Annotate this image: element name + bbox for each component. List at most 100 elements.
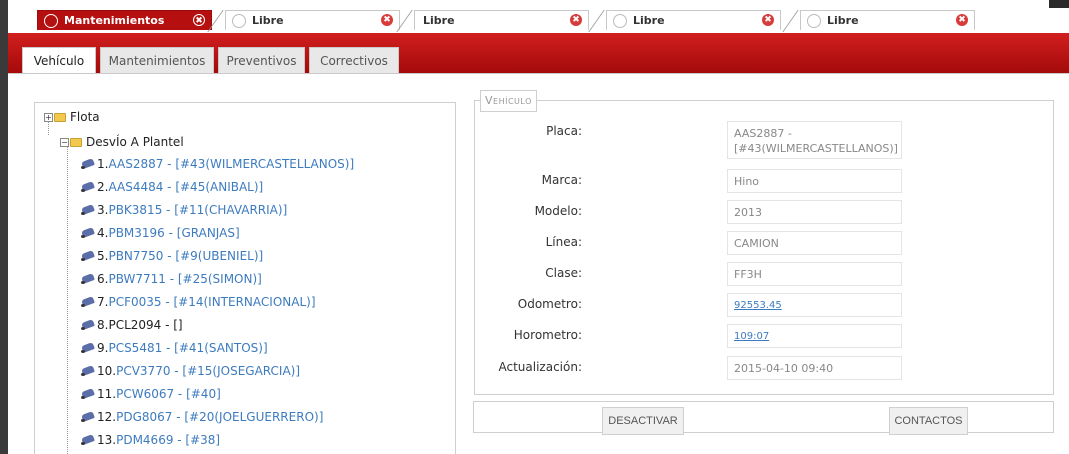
tab-radio-icon bbox=[232, 13, 246, 28]
truck-icon bbox=[80, 275, 95, 284]
folder-icon bbox=[70, 137, 82, 147]
window-tab-libre-1[interactable]: Libre ✖ bbox=[225, 10, 400, 30]
tree-node-vehicle[interactable]: 2. AAS4484 - [#45(ANIBAL)] bbox=[80, 180, 263, 194]
truck-icon bbox=[80, 252, 95, 261]
expand-icon[interactable]: + bbox=[44, 112, 53, 122]
left-edge bbox=[0, 0, 8, 454]
tab-preventivos[interactable]: Preventivos bbox=[218, 47, 305, 73]
field-label-marca: Marca: bbox=[541, 173, 582, 187]
field-value-odometro[interactable]: 92553.45 bbox=[727, 293, 902, 317]
vehicle-link[interactable]: PDM4669 - [#38] bbox=[116, 433, 220, 447]
field-label-actualizacion: Actualización: bbox=[498, 360, 582, 374]
window-tab-libre-4[interactable]: Libre ✖ bbox=[800, 10, 975, 30]
vehicle-link[interactable]: PCV3770 - [#15(JOSEGARCIA)] bbox=[116, 364, 300, 378]
field-value-horometro[interactable]: 109:07 bbox=[727, 324, 902, 348]
vehicle-link[interactable]: PBM3196 - [GRANJAS] bbox=[108, 226, 239, 240]
vehicle-link[interactable]: AAS4484 - [#45(ANIBAL)] bbox=[108, 180, 263, 194]
deactivate-button[interactable]: DESACTIVAR bbox=[602, 407, 684, 435]
tree-node-vehicle[interactable]: 8. PCL2094 - [] bbox=[80, 318, 183, 332]
close-icon[interactable]: ✖ bbox=[193, 14, 205, 26]
close-icon[interactable]: ✖ bbox=[381, 14, 393, 26]
tab-label: Correctivos bbox=[320, 53, 388, 68]
vehicle-link[interactable]: AAS2887 - [#43(WILMERCASTELLANOS)] bbox=[108, 157, 354, 171]
field-label-linea: Línea: bbox=[545, 235, 582, 249]
vehicle-number: 5. bbox=[97, 249, 109, 263]
tree-node-vehicle[interactable]: 13. PDM4669 - [#38] bbox=[80, 433, 220, 447]
window-tab-label: Libre bbox=[423, 14, 455, 27]
tab-label: Mantenimientos bbox=[108, 53, 206, 68]
top-right-edge bbox=[1049, 0, 1069, 8]
tab-radio-icon bbox=[44, 13, 58, 28]
tab-correctivos[interactable]: Correctivos bbox=[309, 47, 399, 73]
window-tab-libre-2[interactable]: Libre ✖ bbox=[414, 10, 589, 30]
vehicle-label[interactable]: PCL2094 - [] bbox=[108, 318, 182, 332]
tree-node-vehicle[interactable]: 11. PCW6067 - [#40] bbox=[80, 387, 221, 401]
tab-radio-icon bbox=[807, 13, 821, 28]
window-tab-label: Libre bbox=[633, 14, 665, 27]
truck-icon bbox=[80, 367, 95, 376]
tree-node-vehicle[interactable]: 1. AAS2887 - [#43(WILMERCASTELLANOS)] bbox=[80, 157, 354, 171]
tree-node-vehicle[interactable]: 4. PBM3196 - [GRANJAS] bbox=[80, 226, 240, 240]
vehicle-details-legend: Vehículo bbox=[480, 90, 537, 112]
tree-node-vehicle[interactable]: 12. PDG8067 - [#20(JOELGUERRERO)] bbox=[80, 410, 323, 424]
tree-node-group[interactable]: − DesvÍo A Plantel bbox=[60, 135, 184, 149]
tree-node-vehicle[interactable]: 10. PCV3770 - [#15(JOSEGARCIA)] bbox=[80, 364, 300, 378]
tab-label: Preventivos bbox=[226, 53, 297, 68]
vehicle-link[interactable]: PDG8067 - [#20(JOELGUERRERO)] bbox=[116, 410, 323, 424]
window-tab-label: Libre bbox=[252, 14, 284, 27]
window-tab-mantenimientos[interactable]: Mantenimientos ✖ bbox=[37, 10, 212, 30]
tab-mantenimientos[interactable]: Mantenimientos bbox=[100, 47, 214, 73]
truck-icon bbox=[80, 344, 95, 353]
vehicle-number: 11. bbox=[97, 387, 117, 401]
vehicle-link[interactable]: PCF0035 - [#14(INTERNACIONAL)] bbox=[108, 295, 315, 309]
tree-node-vehicle[interactable]: 5. PBN7750 - [#9(UBENIEL)] bbox=[80, 249, 263, 263]
tab-label: Vehículo bbox=[33, 54, 85, 68]
truck-icon bbox=[80, 298, 95, 307]
field-value-linea: CAMION bbox=[727, 231, 902, 255]
window-tab-label: Mantenimientos bbox=[64, 14, 165, 27]
vehicle-number: 1. bbox=[97, 157, 109, 171]
field-value-placa: AAS2887 - [#43(WILMERCASTELLANOS)] bbox=[727, 121, 902, 159]
close-icon[interactable]: ✖ bbox=[762, 14, 774, 26]
vehicle-link[interactable]: PCS5481 - [#41(SANTOS)] bbox=[108, 341, 267, 355]
close-icon[interactable]: ✖ bbox=[956, 14, 968, 26]
window-tab-libre-3[interactable]: Libre ✖ bbox=[606, 10, 781, 30]
vehicle-link[interactable]: PBK3815 - [#11(CHAVARRIA)] bbox=[108, 203, 287, 217]
field-value-clase: FF3H bbox=[727, 262, 902, 286]
truck-icon bbox=[80, 229, 95, 238]
window-tab-label: Libre bbox=[827, 14, 859, 27]
tree-node-vehicle[interactable]: 6. PBW7711 - [#25(SIMON)] bbox=[80, 272, 262, 286]
tab-vehiculo[interactable]: Vehículo bbox=[22, 47, 96, 74]
close-icon[interactable]: ✖ bbox=[570, 14, 582, 26]
vehicle-number: 3. bbox=[97, 203, 109, 217]
tab-radio-icon bbox=[613, 13, 627, 28]
field-value-marca: Hino bbox=[727, 169, 902, 193]
field-value-modelo: 2013 bbox=[727, 200, 902, 224]
truck-icon bbox=[80, 183, 95, 192]
vehicle-number: 4. bbox=[97, 226, 109, 240]
field-label-horometro: Horometro: bbox=[513, 328, 582, 342]
vehicle-number: 12. bbox=[97, 410, 117, 424]
field-label-odometro: Odometro: bbox=[517, 297, 582, 311]
vehicle-number: 8. bbox=[97, 318, 109, 332]
tree-node-vehicle[interactable]: 7. PCF0035 - [#14(INTERNACIONAL)] bbox=[80, 295, 316, 309]
contacts-button[interactable]: CONTACTOS bbox=[889, 407, 968, 435]
tree-node-vehicle[interactable]: 3. PBK3815 - [#11(CHAVARRIA)] bbox=[80, 203, 287, 217]
vehicle-number: 10. bbox=[97, 364, 117, 378]
vehicle-link[interactable]: PBN7750 - [#9(UBENIEL)] bbox=[108, 249, 263, 263]
tree-node-flota[interactable]: + Flota bbox=[44, 110, 100, 124]
vehicle-link[interactable]: PBW7711 - [#25(SIMON)] bbox=[108, 272, 261, 286]
tree-node-label: DesvÍo A Plantel bbox=[86, 135, 184, 149]
vehicle-link[interactable]: PCW6067 - [#40] bbox=[116, 387, 221, 401]
vehicle-number: 9. bbox=[97, 341, 109, 355]
tree-node-vehicle[interactable]: 9. PCS5481 - [#41(SANTOS)] bbox=[80, 341, 268, 355]
truck-icon bbox=[80, 436, 95, 445]
truck-icon bbox=[80, 206, 95, 215]
vehicle-number: 6. bbox=[97, 272, 109, 286]
field-value-actualizacion: 2015-04-10 09:40 bbox=[727, 356, 902, 380]
truck-icon bbox=[80, 321, 95, 330]
collapse-icon[interactable]: − bbox=[60, 137, 69, 147]
field-label-modelo: Modelo: bbox=[534, 204, 582, 218]
vehicle-number: 7. bbox=[97, 295, 109, 309]
field-label-placa: Placa: bbox=[546, 124, 582, 138]
